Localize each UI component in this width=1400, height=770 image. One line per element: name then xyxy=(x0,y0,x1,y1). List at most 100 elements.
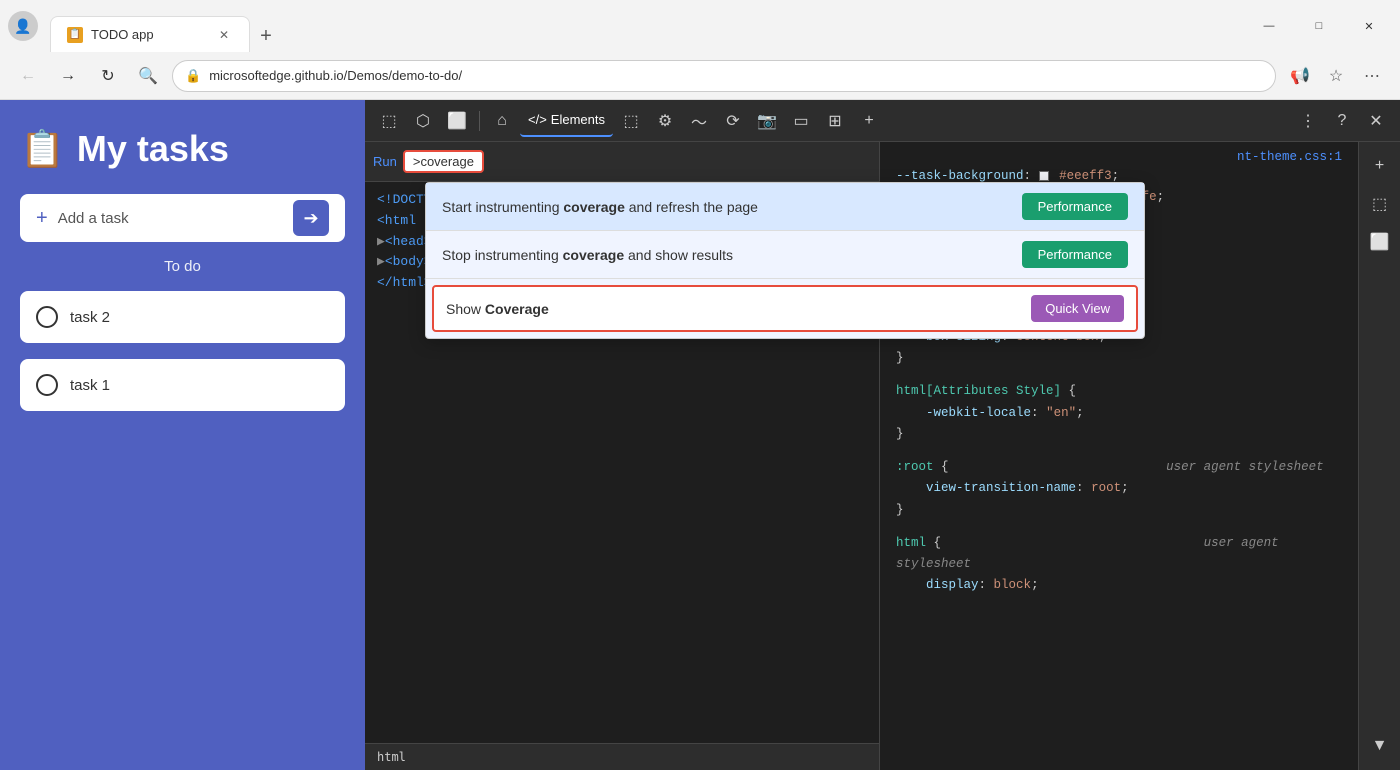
url-path: /Demos/demo-to-do/ xyxy=(344,68,463,83)
url-bar[interactable]: 🔒 microsoftedge.github.io/Demos/demo-to-… xyxy=(172,60,1276,92)
forward-button[interactable]: → xyxy=(52,60,84,92)
css-line: -webkit-locale: "en"; xyxy=(896,403,1342,424)
devtools-body: Run >coverage Start instrumenting covera… xyxy=(365,142,1400,770)
css-closing-brace: } xyxy=(896,424,1342,445)
task-label: task 2 xyxy=(70,309,110,326)
start-coverage-performance-button[interactable]: Performance xyxy=(1022,193,1128,220)
network-tab-icon[interactable]: ⬚ xyxy=(615,105,647,137)
address-bar: ← → ↻ 🔍 🔒 microsoftedge.github.io/Demos/… xyxy=(0,52,1400,100)
tab-favicon: 📋 xyxy=(67,27,83,43)
tab-bar: 📋 TODO app ✕ + xyxy=(50,0,1242,52)
autocomplete-item-stop-text: Stop instrumenting coverage and show res… xyxy=(442,247,1010,263)
maximize-button[interactable]: □ xyxy=(1296,10,1342,42)
todo-app-icon: 📋 xyxy=(20,128,65,170)
search-button[interactable]: 🔍 xyxy=(132,60,164,92)
devtools-left-panel: Run >coverage Start instrumenting covera… xyxy=(365,142,880,770)
coverage-input-badge[interactable]: >coverage xyxy=(403,150,484,173)
url-domain: microsoftedge.github.io xyxy=(209,68,343,83)
url-text: microsoftedge.github.io/Demos/demo-to-do… xyxy=(209,68,1263,83)
memory-tab-icon[interactable]: ▭ xyxy=(785,105,817,137)
devtools-panel: ⬚ ⬡ ⬜ ⌂ </> Elements ⬚ ⚙ 〜 ⟳ 📷 ▭ ⊞ + xyxy=(365,100,1400,770)
recorder-tab-icon[interactable]: 📷 xyxy=(751,105,783,137)
task-label: task 1 xyxy=(70,377,110,394)
elements-tab-icon: </> xyxy=(528,112,547,127)
color-swatch xyxy=(1039,171,1049,181)
computed-styles-button[interactable]: ⬚ xyxy=(1364,188,1396,220)
home-tab-icon[interactable]: ⌂ xyxy=(486,105,518,137)
read-aloud-button[interactable]: 📢 xyxy=(1284,60,1316,92)
css-line: html { user agent stylesheet xyxy=(896,533,1342,576)
devtools-toolbar: ⬚ ⬡ ⬜ ⌂ </> Elements ⬚ ⚙ 〜 ⟳ 📷 ▭ ⊞ + xyxy=(365,100,1400,142)
new-tab-button[interactable]: + xyxy=(250,20,282,52)
add-task-plus-icon: + xyxy=(36,207,48,230)
autocomplete-item-text: Start instrumenting coverage and refresh… xyxy=(442,199,1010,215)
css-line: html[Attributes Style] { xyxy=(896,381,1342,402)
css-html-attrs-section: html[Attributes Style] { -webkit-locale:… xyxy=(896,381,1342,445)
main-content: 📋 My tasks + Add a task ➔ To do task 2 t… xyxy=(0,100,1400,770)
command-bar: Run >coverage xyxy=(365,142,879,182)
css-file-link-section: nt-theme.css:1 xyxy=(896,150,1342,164)
toggle-classes-button[interactable]: ⬜ xyxy=(1364,226,1396,258)
more-tabs-button[interactable]: + xyxy=(853,105,885,137)
todo-header: 📋 My tasks xyxy=(20,120,345,178)
run-label[interactable]: Run xyxy=(373,154,397,169)
css-closing-brace: } xyxy=(896,348,1342,369)
show-coverage-item[interactable]: Show Coverage Quick View xyxy=(432,285,1138,332)
tab-title: TODO app xyxy=(91,27,207,42)
add-style-rule-button[interactable]: + xyxy=(1364,150,1396,182)
devtools-close-button[interactable]: ✕ xyxy=(1360,105,1392,137)
task-checkbox[interactable] xyxy=(36,306,58,328)
todo-app-title: My tasks xyxy=(77,128,229,170)
css-line: display: block; xyxy=(896,575,1342,596)
active-tab[interactable]: 📋 TODO app ✕ xyxy=(50,16,250,52)
show-coverage-text: Show Coverage xyxy=(446,301,1031,317)
sources-tab-icon[interactable]: ⟳ xyxy=(717,105,749,137)
autocomplete-item-stop-coverage[interactable]: Stop instrumenting coverage and show res… xyxy=(426,231,1144,279)
devtools-more-menu[interactable]: ⋮ xyxy=(1292,105,1324,137)
browser-window: 👤 📋 TODO app ✕ + — □ ✕ ← → ↻ 🔍 🔒 microso… xyxy=(0,0,1400,770)
panel-layout-icon[interactable]: ⬜ xyxy=(441,105,473,137)
lock-icon: 🔒 xyxy=(185,68,201,84)
back-button[interactable]: ← xyxy=(12,60,44,92)
task-item[interactable]: task 1 xyxy=(20,359,345,411)
css-html-section: html { user agent stylesheet display: bl… xyxy=(896,533,1342,597)
html-footer: html xyxy=(365,743,879,770)
toolbar-divider xyxy=(479,111,480,131)
title-bar-controls: — □ ✕ xyxy=(1246,10,1392,42)
elements-tab[interactable]: </> Elements xyxy=(520,105,613,137)
task-checkbox[interactable] xyxy=(36,374,58,396)
add-task-bar[interactable]: + Add a task ➔ xyxy=(20,194,345,242)
css-root-section: :root { user agent stylesheet view-trans… xyxy=(896,457,1342,521)
minimize-button[interactable]: — xyxy=(1246,10,1292,42)
device-emulation-icon[interactable]: ⬡ xyxy=(407,105,439,137)
css-line: view-transition-name: root; xyxy=(896,478,1342,499)
window-controls-left: 👤 xyxy=(8,11,38,41)
autocomplete-popup: Start instrumenting coverage and refresh… xyxy=(425,182,1145,339)
add-task-submit-button[interactable]: ➔ xyxy=(293,200,329,236)
elements-tab-label: Elements xyxy=(551,112,605,127)
account-avatar[interactable]: 👤 xyxy=(8,11,38,41)
address-bar-actions: 📢 ☆ ⋯ xyxy=(1284,60,1388,92)
show-coverage-quick-view-button[interactable]: Quick View xyxy=(1031,295,1124,322)
inspect-element-icon[interactable]: ⬚ xyxy=(373,105,405,137)
devtools-help-button[interactable]: ? xyxy=(1326,105,1358,137)
stop-coverage-performance-button[interactable]: Performance xyxy=(1022,241,1128,268)
todo-section-label: To do xyxy=(20,258,345,275)
application-tab-icon[interactable]: ⊞ xyxy=(819,105,851,137)
favorites-button[interactable]: ☆ xyxy=(1320,60,1352,92)
emulation-tab-icon[interactable]: 〜 xyxy=(683,105,715,137)
scroll-down-button[interactable]: ▼ xyxy=(1364,730,1396,762)
devtools-side-icons: + ⬚ ⬜ ▼ xyxy=(1358,142,1400,770)
css-line: :root { user agent stylesheet xyxy=(896,457,1342,478)
todo-app: 📋 My tasks + Add a task ➔ To do task 2 t… xyxy=(0,100,365,770)
task-item[interactable]: task 2 xyxy=(20,291,345,343)
css-file-link[interactable]: nt-theme.css:1 xyxy=(1237,150,1342,164)
devtools-actions: ⋮ ? ✕ xyxy=(1292,105,1392,137)
tab-close-button[interactable]: ✕ xyxy=(215,26,233,44)
title-bar: 👤 📋 TODO app ✕ + — □ ✕ xyxy=(0,0,1400,52)
close-button[interactable]: ✕ xyxy=(1346,10,1392,42)
performance-tab-icon[interactable]: ⚙ xyxy=(649,105,681,137)
refresh-button[interactable]: ↻ xyxy=(92,60,124,92)
autocomplete-item-start-coverage[interactable]: Start instrumenting coverage and refresh… xyxy=(426,183,1144,231)
browser-menu-button[interactable]: ⋯ xyxy=(1356,60,1388,92)
